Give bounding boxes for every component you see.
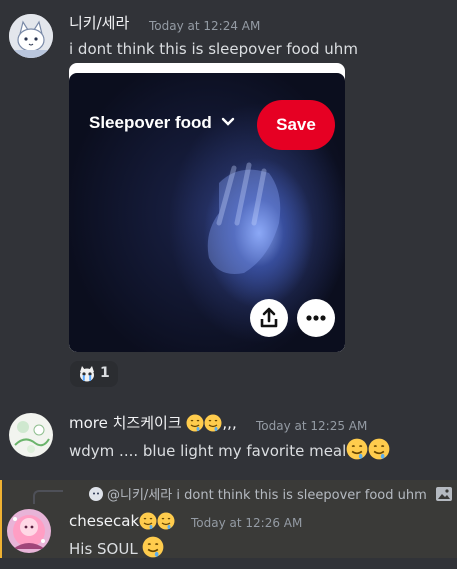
message-text: His SOUL bbox=[69, 536, 164, 559]
reply-mention[interactable]: @니키/세라 bbox=[107, 488, 172, 503]
embed-photo: Sleepover food Save bbox=[69, 73, 345, 352]
drooling-face-icon bbox=[346, 438, 368, 460]
chevron-down-icon bbox=[221, 117, 234, 126]
message-text-content: His SOUL bbox=[69, 540, 138, 558]
username[interactable]: chesecak bbox=[69, 512, 175, 530]
username[interactable]: 니키/세라 bbox=[69, 14, 129, 32]
username-text: chesecak bbox=[69, 512, 140, 530]
timestamp: Today at 12:25 AM bbox=[256, 419, 368, 433]
message-text-content: wdym .... blue light my favorite meal bbox=[69, 442, 347, 460]
image-embed[interactable]: Sleepover food Save bbox=[69, 63, 345, 352]
reaction-button[interactable]: 1 bbox=[70, 361, 118, 387]
drooling-face-icon bbox=[186, 414, 204, 432]
board-name: Sleepover food bbox=[89, 113, 212, 132]
reply-spine bbox=[33, 490, 63, 504]
message-text: i dont think this is sleepover food uhm bbox=[69, 40, 358, 58]
drooling-face-icon bbox=[157, 512, 175, 530]
avatar[interactable] bbox=[9, 413, 53, 457]
drooling-face-icon bbox=[139, 512, 157, 530]
mention-highlight-bar bbox=[0, 480, 2, 558]
share-icon bbox=[260, 307, 278, 328]
username[interactable]: more 치즈케이크 ,,, bbox=[69, 414, 237, 432]
message-3: @니키/세라 i dont think this is sleepover fo… bbox=[0, 480, 457, 558]
timestamp: Today at 12:26 AM bbox=[191, 516, 303, 530]
drooling-face-icon bbox=[143, 536, 164, 558]
chat-messages: 니키/세라 Today at 12:24 AM i dont think thi… bbox=[0, 0, 457, 569]
cat-avatar-icon bbox=[9, 14, 53, 58]
reply-avatar-icon bbox=[89, 487, 103, 501]
message-text: wdym .... blue light my favorite meal bbox=[69, 438, 390, 461]
reply-preview[interactable]: @니키/세라 i dont think this is sleepover fo… bbox=[89, 484, 453, 503]
share-button[interactable] bbox=[250, 299, 288, 337]
image-icon bbox=[435, 487, 452, 501]
reply-snippet: i dont think this is sleepover food uhm bbox=[176, 488, 427, 503]
drawing-avatar-icon bbox=[9, 413, 53, 457]
username-text: more 치즈케이크 bbox=[69, 414, 182, 432]
drooling-face-icon bbox=[368, 438, 390, 460]
drooling-face-icon bbox=[204, 414, 222, 432]
timestamp: Today at 12:24 AM bbox=[149, 19, 261, 33]
avatar[interactable] bbox=[9, 14, 53, 58]
more-icon bbox=[306, 315, 326, 321]
reaction-count: 1 bbox=[100, 365, 110, 381]
more-options-button[interactable] bbox=[297, 299, 335, 337]
username-suffix: ,,, bbox=[222, 414, 237, 432]
crying-cat-emoji-icon bbox=[80, 366, 94, 382]
pink-character-avatar-icon bbox=[7, 509, 51, 553]
board-select-label[interactable]: Sleepover food bbox=[89, 113, 235, 133]
save-button[interactable]: Save bbox=[257, 100, 335, 150]
avatar[interactable] bbox=[7, 509, 51, 553]
